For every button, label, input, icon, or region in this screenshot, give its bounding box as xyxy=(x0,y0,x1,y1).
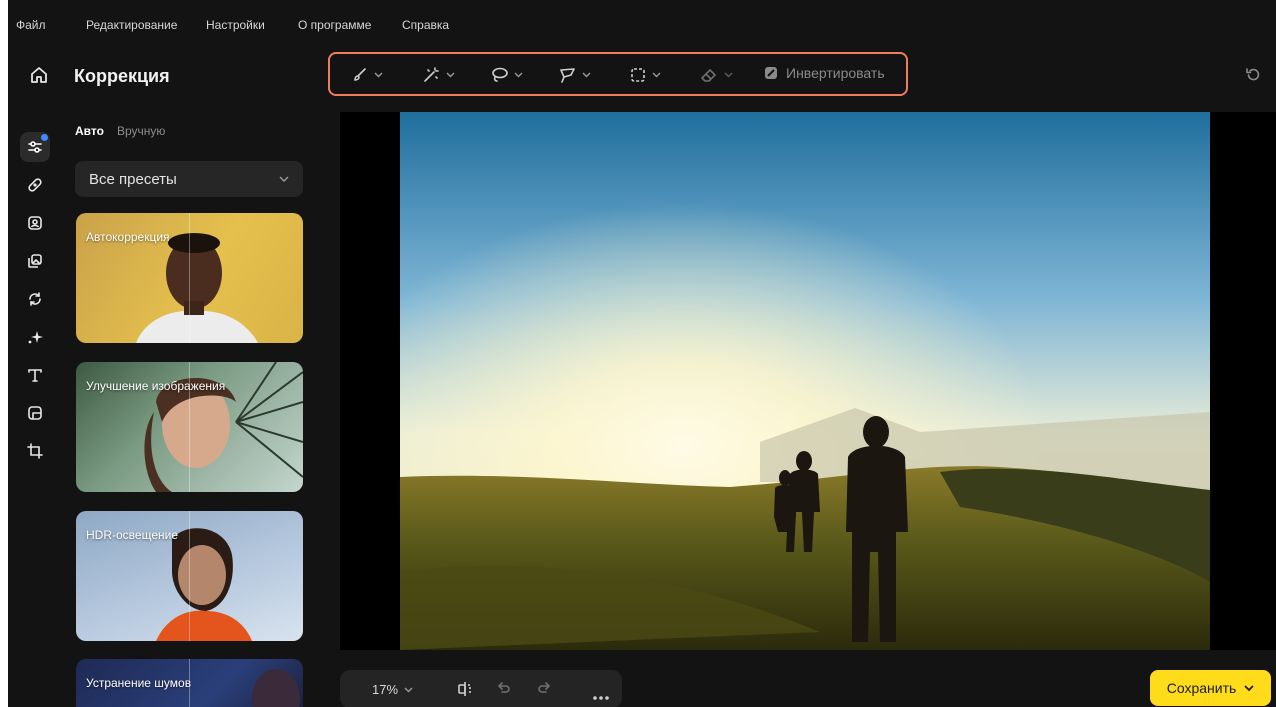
preset-card-denoise[interactable]: Устранение шумов xyxy=(76,659,303,707)
portrait-icon xyxy=(28,216,42,230)
lasso-tool[interactable] xyxy=(490,64,523,86)
app-window: Файл Редактирование Настройки О программ… xyxy=(8,0,1276,707)
preset-label: Улучшение изображения xyxy=(86,379,226,393)
eraser-tool[interactable] xyxy=(700,64,733,86)
preset-card-enhance[interactable]: Улучшение изображения xyxy=(76,362,303,492)
zoom-value: 17% xyxy=(372,682,399,697)
menu-edit[interactable]: Редактирование xyxy=(86,18,177,32)
rect-select-tool[interactable] xyxy=(630,64,661,86)
invert-icon xyxy=(765,67,777,79)
more-icon[interactable] xyxy=(592,687,610,705)
rect-select-icon xyxy=(631,68,645,82)
rail-text[interactable] xyxy=(20,360,50,390)
brush-tool[interactable] xyxy=(352,64,383,86)
preset-filter-select[interactable]: Все пресеты xyxy=(75,161,303,197)
preset-filter-value: Все пресеты xyxy=(89,170,177,188)
eraser-icon xyxy=(701,69,716,82)
rail-retouch[interactable] xyxy=(20,170,50,200)
chevron-down-icon xyxy=(279,176,289,182)
tab-auto[interactable]: Авто xyxy=(75,124,104,138)
rotate-arrows-icon xyxy=(29,292,41,306)
magic-wand-icon xyxy=(424,67,439,82)
menu-file[interactable]: Файл xyxy=(16,18,46,32)
menu-about[interactable]: О программе xyxy=(298,18,371,32)
bandage-icon xyxy=(28,178,42,192)
undo-icon[interactable] xyxy=(494,680,512,703)
redo-icon[interactable] xyxy=(536,680,554,703)
menu-bar: Файл Редактирование Настройки О программ… xyxy=(8,0,1276,50)
crop-icon xyxy=(27,443,43,459)
sliders-icon xyxy=(28,141,42,153)
text-icon xyxy=(28,369,42,382)
chevron-down-icon xyxy=(1244,684,1254,691)
notification-dot xyxy=(41,134,48,141)
panel-title: Коррекция xyxy=(74,66,170,86)
chevron-down-icon xyxy=(514,72,523,78)
preset-card-autocorrection[interactable]: Автокоррекция xyxy=(76,213,303,343)
polygon-lasso-icon xyxy=(560,68,575,83)
frame-icon xyxy=(28,406,42,420)
save-button[interactable]: Сохранить xyxy=(1150,670,1271,706)
rail-background[interactable] xyxy=(20,246,50,276)
rail-effects[interactable] xyxy=(20,322,50,352)
rail-frames[interactable] xyxy=(20,398,50,428)
menu-help[interactable]: Справка xyxy=(402,18,449,32)
home-icon[interactable] xyxy=(28,64,50,86)
menu-settings[interactable]: Настройки xyxy=(206,18,265,32)
preset-card-hdr[interactable]: HDR-освещение xyxy=(76,511,303,641)
invert-label: Инвертировать xyxy=(786,65,885,81)
reset-icon[interactable] xyxy=(1244,66,1262,84)
selection-toolbar: Инвертировать xyxy=(328,52,908,96)
rail-transform[interactable] xyxy=(20,284,50,314)
chevron-down-icon xyxy=(446,72,455,78)
polygon-lasso-tool[interactable] xyxy=(558,64,591,86)
rail-crop[interactable] xyxy=(20,436,50,466)
compare-icon[interactable] xyxy=(456,680,474,703)
chevron-down-icon xyxy=(724,72,733,78)
zoom-select[interactable]: 17% xyxy=(372,682,413,697)
preset-label: Автокоррекция xyxy=(86,230,170,244)
photo-image xyxy=(400,112,1210,650)
sparkle-icon xyxy=(28,331,43,344)
lasso-icon xyxy=(492,67,508,82)
chevron-down-icon xyxy=(652,72,661,78)
magic-wand-tool[interactable] xyxy=(422,64,455,86)
preset-label: Устранение шумов xyxy=(86,676,192,690)
chevron-down-icon xyxy=(404,687,413,692)
chevron-down-icon xyxy=(582,72,591,78)
brush-icon xyxy=(354,68,366,81)
preset-label: HDR-освещение xyxy=(86,528,178,542)
photo xyxy=(400,112,1210,650)
rail-correction[interactable] xyxy=(20,132,50,162)
chevron-down-icon xyxy=(374,72,383,78)
tab-manual[interactable]: Вручную xyxy=(117,124,165,138)
invert-button[interactable]: Инвертировать xyxy=(764,65,885,81)
image-canvas[interactable] xyxy=(340,112,1276,650)
view-controls: 17% xyxy=(340,670,622,707)
save-label: Сохранить xyxy=(1166,680,1237,696)
rail-portrait[interactable] xyxy=(20,208,50,238)
image-replace-icon xyxy=(28,254,42,268)
